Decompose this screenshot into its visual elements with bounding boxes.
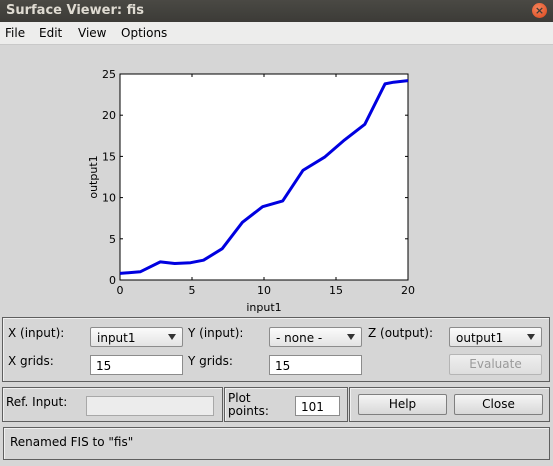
x-tick-label: 10 <box>257 284 271 297</box>
z-output-select[interactable]: output1 <box>449 327 542 347</box>
status-text: Renamed FIS to "fis" <box>10 435 134 449</box>
y-tick-label: 15 <box>102 150 116 163</box>
ref-input-label: Ref. Input: <box>6 395 68 409</box>
y-axis-label: output1 <box>87 155 100 198</box>
x-tick-label: 20 <box>401 284 415 297</box>
close-icon[interactable]: × <box>532 3 547 18</box>
window-title: Surface Viewer: fis <box>6 3 144 18</box>
chevron-down-icon <box>168 334 176 340</box>
y-grids-value: 15 <box>275 359 291 373</box>
chevron-down-icon <box>527 334 535 340</box>
y-tick-label: 20 <box>102 109 116 122</box>
y-tick-label: 10 <box>102 192 116 205</box>
y-tick-label: 0 <box>109 274 116 287</box>
menu-options[interactable]: Options <box>121 26 167 40</box>
buttons-panel: Help Close <box>349 387 550 422</box>
x-tick-label: 0 <box>117 284 124 297</box>
y-input-select[interactable]: - none - <box>269 327 362 347</box>
y-tick-label: 5 <box>109 233 116 246</box>
x-tick-label: 15 <box>329 284 343 297</box>
z-output-label: Z (output): <box>368 326 434 340</box>
y-input-label: Y (input): <box>188 326 244 340</box>
plot-points-value: 101 <box>301 400 324 414</box>
x-input-label: X (input): <box>8 326 65 340</box>
menu-edit[interactable]: Edit <box>39 26 62 40</box>
plot-points-field[interactable]: 101 <box>295 396 340 416</box>
x-grids-value: 15 <box>96 359 112 373</box>
x-grids-label: X grids: <box>8 354 54 368</box>
close-button[interactable]: Close <box>454 394 543 415</box>
status-bar: Renamed FIS to "fis" <box>3 427 550 460</box>
chevron-down-icon <box>347 334 355 340</box>
help-button[interactable]: Help <box>358 394 447 415</box>
y-tick-label: 25 <box>102 68 116 81</box>
menu-file[interactable]: File <box>5 26 25 40</box>
plot-area: 0 5 10 15 20 0 5 10 15 20 25 input1 output1 <box>0 45 553 314</box>
plot-points-label: Plot points: <box>228 391 269 418</box>
title-bar: Surface Viewer: fis × <box>0 0 553 22</box>
x-axis-label: input1 <box>246 301 281 313</box>
ref-input-field[interactable] <box>86 396 214 416</box>
plot-background <box>119 73 409 281</box>
plot-points-panel: Plot points: 101 <box>224 387 348 422</box>
evaluate-button[interactable]: Evaluate <box>449 354 542 375</box>
x-input-select[interactable]: input1 <box>90 327 183 347</box>
y-input-value: - none - <box>276 331 323 345</box>
controls-panel: X (input): input1 Y (input): - none - Z … <box>2 317 550 382</box>
y-grids-label: Y grids: <box>188 354 233 368</box>
menu-bar: File Edit View Options <box>0 22 553 45</box>
x-grids-field[interactable]: 15 <box>90 355 183 375</box>
y-grids-field[interactable]: 15 <box>269 355 362 375</box>
menu-view[interactable]: View <box>78 26 106 40</box>
x-tick-label: 5 <box>189 284 196 297</box>
z-output-value: output1 <box>456 331 504 345</box>
x-input-value: input1 <box>97 331 136 345</box>
ref-input-panel: Ref. Input: <box>2 387 223 422</box>
surface-chart[interactable]: 0 5 10 15 20 0 5 10 15 20 25 input1 output1 <box>0 45 553 314</box>
